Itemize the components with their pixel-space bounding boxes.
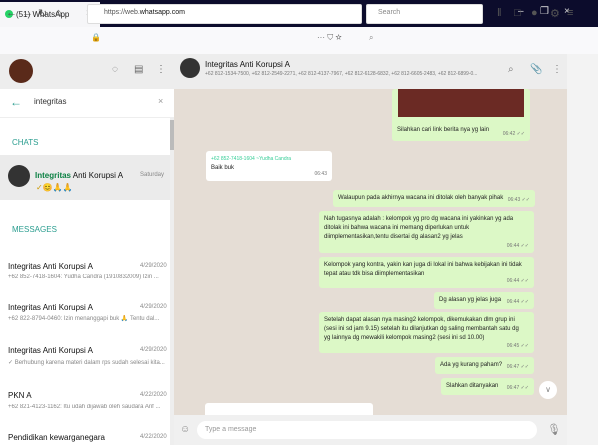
message-result-preview: +62 822-8794-0460: Izin menanggapi buk 🙏…	[8, 316, 160, 322]
attach-icon[interactable]: 📎	[530, 64, 542, 75]
search-placeholder: Search	[378, 9, 401, 16]
message-text: Baik buk	[211, 165, 235, 171]
message-result-name: PKN A	[8, 391, 32, 400]
message-result-date: 4/29/2020	[140, 304, 167, 310]
message-bubble-outgoing[interactable]: Nah tugasnya adalah : kelompok yg pro dg…	[319, 211, 534, 253]
message-text: Ada yg kurang paham?	[440, 362, 503, 368]
chat-time: Saturday	[140, 172, 165, 178]
library-icon[interactable]: ‖	[497, 7, 502, 19]
reload-icon[interactable]: ↻	[38, 7, 47, 20]
message-result-item[interactable]: Integritas Anti Korupsi A 4/29/2020 +62 …	[0, 292, 170, 332]
my-avatar[interactable]	[9, 59, 33, 83]
search-icon[interactable]: ⌕	[508, 64, 514, 75]
page-actions-icon[interactable]: ··· ⛉ ☆	[317, 33, 342, 43]
message-result-date: 4/22/2020	[140, 434, 167, 440]
message-result-preview: +62 821-4123-1162: Itu udah dijawab oleh…	[8, 404, 161, 410]
status-icon[interactable]: ◌	[112, 64, 118, 75]
emoji-icon[interactable]: ☺	[180, 424, 190, 435]
message-time: 06:45 ✓✓	[506, 343, 529, 349]
message-time: 06:43	[314, 171, 327, 177]
message-sender: +62 852-7418-1604 ~Yudha Candra	[211, 156, 292, 162]
menu-icon[interactable]: ⋮	[156, 64, 166, 75]
message-time: 06:44 ✓✓	[506, 299, 529, 305]
url-text[interactable]: https://web.whatsapp.com	[104, 9, 185, 16]
message-bubble-outgoing[interactable]: Setelah dapat alasan nya masing2 kelompo…	[319, 312, 534, 353]
message-result-name: Pendidikan kewarganegara	[8, 433, 105, 442]
message-result-name: Integritas Anti Korupsi A	[8, 346, 93, 355]
message-text: Slahkan ditanyakan	[446, 383, 499, 389]
message-result-date: 4/29/2020	[140, 347, 167, 353]
message-text: Kelompok yang kontra, yakin kan juga di …	[324, 262, 522, 277]
group-avatar[interactable]	[180, 58, 200, 78]
new-chat-icon[interactable]: ▤	[134, 64, 143, 75]
scroll-down-icon[interactable]: ∨	[539, 381, 557, 399]
message-result-preview: ✓ Berhubung karena materi dalam rps suda…	[8, 360, 165, 366]
search-icon: ⌕	[369, 33, 374, 42]
message-bubble-incoming[interactable]: +62 852-7418-1604 ~Yudha Candra Baik buk…	[206, 151, 332, 181]
conversation-participants: +62 812-1534-7500, +62 812-2549-2271, +6…	[205, 71, 478, 77]
message-result-preview: +62 852-7418-1604: Yudha Candra (1910832…	[8, 274, 159, 280]
chats-section-label: CHATS	[12, 138, 39, 147]
reader-icon[interactable]: □	[514, 7, 521, 19]
message-time: 06:44 ✓✓	[506, 278, 529, 284]
messages-section-label: MESSAGES	[12, 225, 57, 234]
message-input-placeholder: Type a message	[205, 426, 257, 433]
message-text: Silahkan cari link berita nya yg lain	[397, 127, 490, 133]
menu-icon[interactable]: ⋮	[552, 64, 562, 75]
message-result-name: Integritas Anti Korupsi A	[8, 303, 93, 312]
message-text: Walaupun pada akhirnya wacana ini ditola…	[338, 195, 504, 201]
extension-icon[interactable]: ⚙	[550, 7, 560, 20]
message-image[interactable]	[398, 89, 524, 117]
message-result-item[interactable]: Integritas Anti Korupsi A 4/29/2020 ✓ Be…	[0, 335, 170, 375]
conversation-title: Integritas Anti Korupsi A	[205, 60, 290, 69]
maximize-icon[interactable]: ❐	[540, 6, 549, 17]
message-result-item[interactable]: PKN A 4/22/2020 +62 821-4123-1162: Itu u…	[0, 379, 170, 419]
message-result-item[interactable]: Integritas Anti Korupsi A 4/29/2020 +62 …	[0, 250, 170, 290]
message-time: 06:44 ✓✓	[506, 243, 529, 249]
message-bubble-outgoing[interactable]: Ada yg kurang paham? 06:47 ✓✓	[435, 357, 534, 374]
clear-search-icon[interactable]: ×	[158, 96, 163, 106]
profile-icon[interactable]: ●	[531, 7, 538, 19]
lock-icon: 🔒	[91, 33, 101, 42]
message-bubble-incoming-partial[interactable]	[205, 403, 373, 415]
group-avatar	[8, 165, 30, 187]
mic-icon[interactable]: 🎙	[547, 423, 561, 436]
message-bubble-outgoing[interactable]: Dg alasan yg jelas juga 06:44 ✓✓	[434, 292, 534, 309]
chat-search-input[interactable]: integritas	[34, 97, 66, 106]
message-result-item[interactable]: Pendidikan kewarganegara 4/22/2020	[0, 422, 170, 445]
message-bubble-outgoing[interactable]: Walaupun pada akhirnya wacana ini ditola…	[333, 190, 535, 207]
back-icon[interactable]: ←	[6, 7, 17, 19]
home-icon[interactable]: ⌂	[55, 7, 62, 19]
forward-icon[interactable]: →	[22, 7, 33, 19]
chat-name: Integritas Anti Korupsi A	[35, 171, 124, 180]
browser-nav-bar	[0, 27, 598, 55]
message-time: 06:47 ✓✓	[506, 364, 529, 370]
menu-icon[interactable]: ≡	[567, 7, 573, 19]
message-text: Dg alasan yg jelas juga	[439, 297, 502, 303]
message-result-date: 4/22/2020	[140, 392, 167, 398]
message-result-name: Integritas Anti Korupsi A	[8, 262, 93, 271]
back-icon[interactable]: ←	[10, 95, 22, 109]
message-bubble-outgoing[interactable]: Kelompok yang kontra, yakin kan juga di …	[319, 257, 534, 288]
message-time: 06:43 ✓✓	[507, 197, 530, 203]
message-text: Setelah dapat alasan nya masing2 kelompo…	[324, 317, 519, 341]
message-time: 06:47 ✓✓	[506, 385, 529, 391]
message-time: 06:42 ✓✓	[502, 131, 525, 137]
chat-search-bar[interactable]	[0, 90, 174, 118]
message-result-date: 4/29/2020	[140, 263, 167, 269]
chat-preview: ✓😊🙏🙏	[36, 183, 73, 192]
message-bubble-outgoing[interactable]: Slahkan ditanyakan 06:47 ✓✓	[441, 378, 534, 395]
page-scrollbar[interactable]	[567, 54, 598, 445]
message-text: Nah tugasnya adalah : kelompok yg pro dg…	[324, 216, 514, 240]
